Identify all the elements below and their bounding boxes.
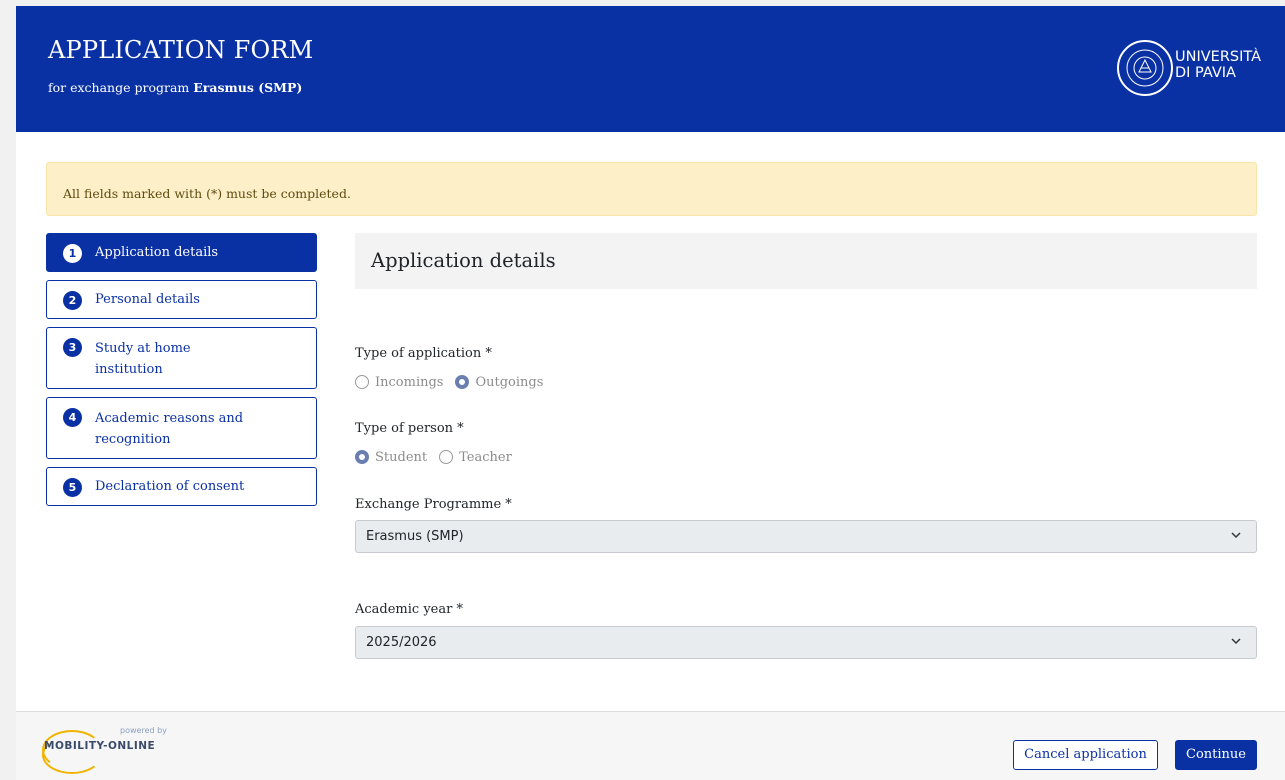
seal-icon	[1117, 40, 1173, 96]
continue-button[interactable]: Continue	[1175, 740, 1257, 770]
subtitle-prefix: for exchange program	[48, 80, 190, 95]
section-header: Application details	[355, 233, 1257, 289]
step-personal-details[interactable]: 2 Personal details	[46, 280, 317, 319]
radio-student[interactable]	[355, 450, 369, 464]
academic-year-label: Academic year *	[355, 602, 463, 617]
step-label: Declaration of consent	[95, 479, 245, 494]
type-of-person-label: Type of person *	[355, 421, 464, 436]
logo-line-2: DI PAVIA	[1175, 65, 1236, 81]
academic-year-select[interactable]: 2025/2026	[355, 626, 1257, 659]
required-fields-alert: All fields marked with (*) must be compl…	[46, 162, 1257, 216]
footer: powered by MOBILITY-ONLINE Cancel applic…	[16, 711, 1285, 780]
page: APPLICATION FORM for exchange program Er…	[16, 6, 1285, 780]
mobility-online-brand: MOBILITY-ONLINE	[44, 740, 156, 752]
type-of-application-radio-group: Incomings Outgoings	[355, 372, 555, 392]
page-title: APPLICATION FORM	[48, 36, 314, 64]
radio-label-incomings: Incomings	[375, 374, 444, 390]
exchange-programme-label: Exchange Programme *	[355, 497, 512, 512]
step-number: 1	[63, 244, 82, 263]
step-label: Academic reasons and recognition	[95, 411, 244, 447]
exchange-programme-select[interactable]: Erasmus (SMP)	[355, 520, 1257, 553]
step-number: 3	[63, 338, 82, 357]
radio-incomings[interactable]	[355, 375, 369, 389]
university-name: UNIVERSITÀ DI PAVIA	[1175, 49, 1261, 81]
chevron-down-icon	[1230, 635, 1242, 650]
academic-year-value: 2025/2026	[366, 635, 437, 650]
powered-by-text: powered by	[120, 726, 167, 735]
step-label: Study at home institution	[95, 341, 191, 377]
exchange-programme-value: Erasmus (SMP)	[366, 529, 464, 544]
step-label: Personal details	[95, 292, 200, 307]
step-number: 2	[63, 291, 82, 310]
radio-label-outgoings: Outgoings	[475, 374, 544, 390]
cancel-application-button[interactable]: Cancel application	[1013, 740, 1158, 770]
type-of-application-label: Type of application *	[355, 346, 492, 361]
radio-outgoings[interactable]	[455, 375, 470, 389]
step-number: 5	[63, 478, 82, 497]
chevron-down-icon	[1230, 529, 1242, 544]
radio-label-teacher: Teacher	[459, 449, 512, 465]
header: APPLICATION FORM for exchange program Er…	[16, 6, 1285, 132]
step-number: 4	[63, 408, 82, 427]
type-of-person-radio-group: Student Teacher	[355, 447, 524, 467]
step-study-at-home-institution[interactable]: 3 Study at home institution	[46, 327, 317, 389]
page-subtitle: for exchange program Erasmus (SMP)	[48, 80, 302, 95]
step-application-details[interactable]: 1 Application details	[46, 233, 317, 272]
university-logo: UNIVERSITÀ DI PAVIA	[1111, 40, 1271, 100]
mobility-online-logo: powered by MOBILITY-ONLINE	[38, 726, 188, 774]
section-title: Application details	[371, 249, 556, 272]
program-name: Erasmus (SMP)	[193, 80, 303, 95]
logo-line-1: UNIVERSITÀ	[1175, 49, 1262, 65]
step-academic-reasons[interactable]: 4 Academic reasons and recognition	[46, 397, 317, 459]
step-label: Application details	[95, 245, 219, 260]
radio-label-student: Student	[375, 449, 428, 465]
step-declaration-of-consent[interactable]: 5 Declaration of consent	[46, 467, 317, 506]
radio-teacher[interactable]	[439, 450, 454, 464]
